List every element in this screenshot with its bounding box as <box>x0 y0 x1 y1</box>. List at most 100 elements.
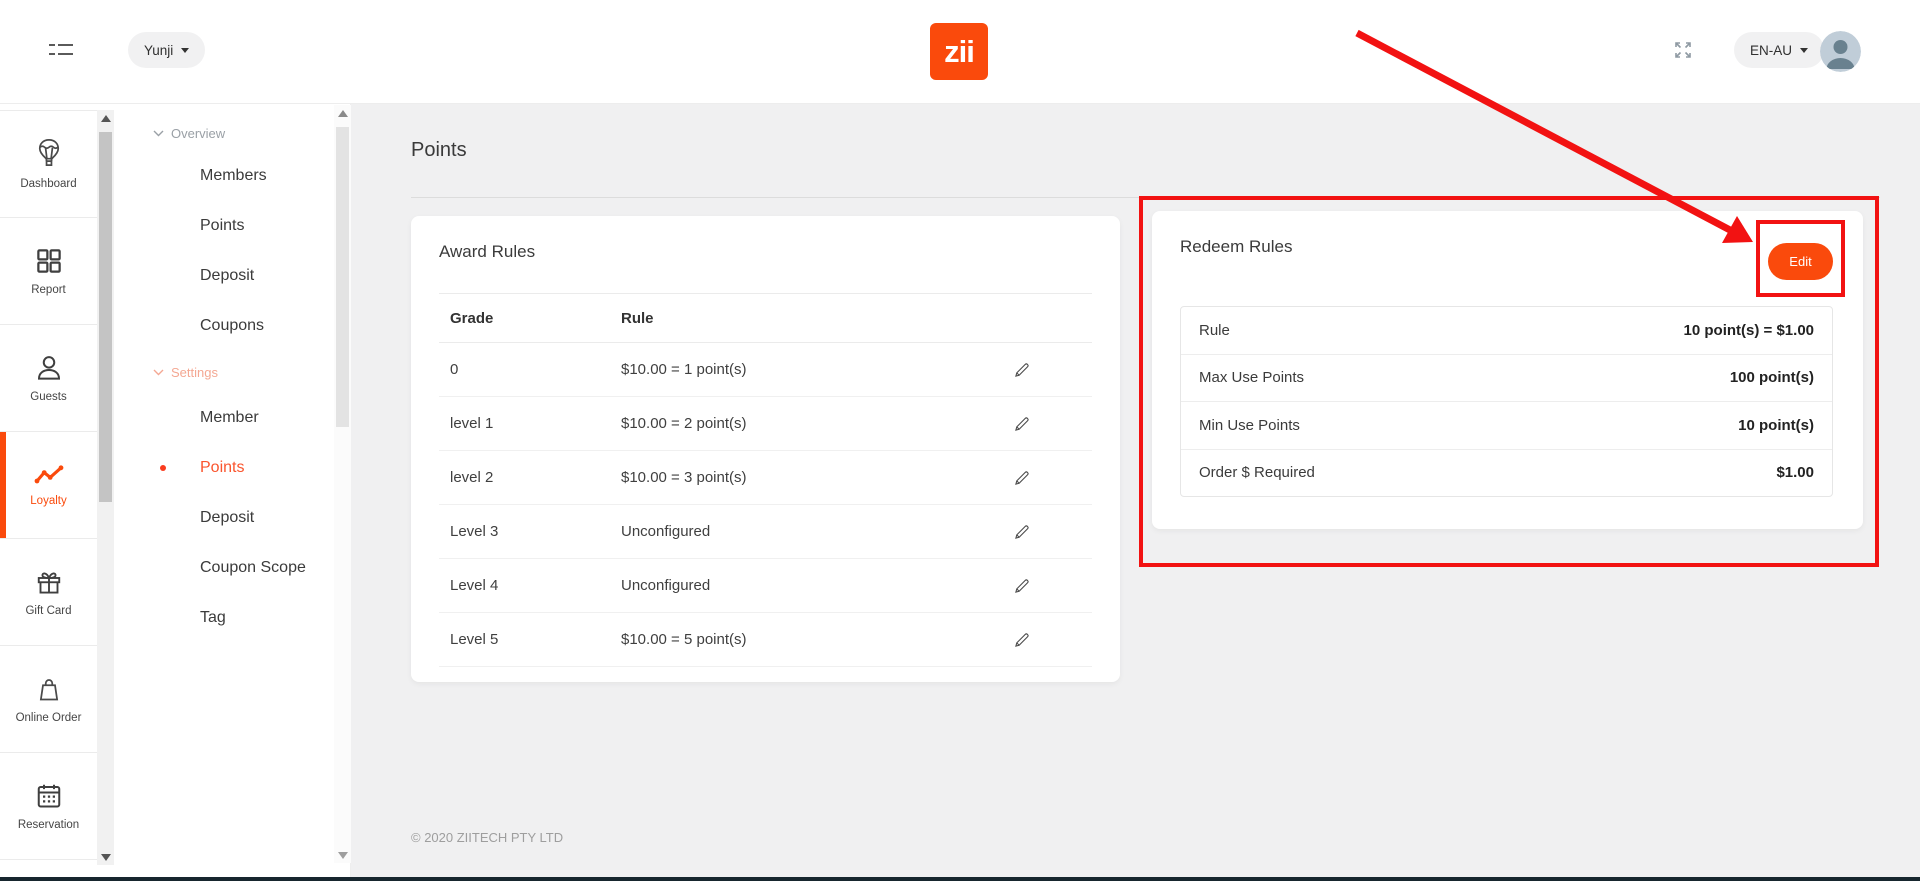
redeem-value: 10 point(s) = $1.00 <box>1683 321 1814 339</box>
rule-cell: $10.00 = 5 point(s) <box>621 631 747 648</box>
balloon-icon <box>34 138 64 170</box>
submenu-item-label: Coupons <box>200 317 265 334</box>
sidebar-item-label: Report <box>31 284 66 296</box>
sidebar-item-dashboard[interactable]: Dashboard <box>0 111 97 218</box>
redeem-label: Min Use Points <box>1199 416 1300 434</box>
table-row: level 1 $10.00 = 2 point(s) <box>439 397 1092 451</box>
grade-cell: 0 <box>450 361 459 378</box>
primary-sidebar: Dashboard Report Guests Loyalty Gift Car… <box>0 103 97 881</box>
submenu-scrollbar[interactable] <box>334 105 351 863</box>
secondary-sidebar: Overview Members Points Deposit Coupons … <box>114 103 351 881</box>
submenu-item-label: Deposit <box>200 509 255 526</box>
submenu-item-label: Tag <box>200 609 226 626</box>
caret-down-icon <box>1800 47 1809 53</box>
rule-cell: Unconfigured <box>621 523 711 540</box>
edit-rule-button[interactable] <box>1009 465 1035 491</box>
sidebar-item-guests[interactable]: Guests <box>0 325 97 432</box>
submenu-item-deposit-settings[interactable]: Deposit <box>114 493 350 543</box>
divider <box>411 197 1880 198</box>
submenu-item-tag[interactable]: Tag <box>114 593 350 643</box>
scrollbar-thumb[interactable] <box>99 132 112 502</box>
rule-cell: $10.00 = 1 point(s) <box>621 361 747 378</box>
user-avatar[interactable] <box>1820 31 1861 72</box>
window-bottom-edge <box>0 877 1920 881</box>
table-row: Level 3 Unconfigured <box>439 505 1092 559</box>
scroll-up-arrow[interactable] <box>334 105 351 121</box>
submenu-item-member[interactable]: Member <box>114 393 350 443</box>
submenu-item-label: Member <box>200 409 259 426</box>
sidebar-item-label: Online Order <box>15 712 82 724</box>
chevron-down-icon <box>153 369 164 375</box>
table-row: level 2 $10.00 = 3 point(s) <box>439 451 1092 505</box>
edit-rule-button[interactable] <box>1009 357 1035 383</box>
submenu-item-label: Coupon Scope <box>200 559 306 576</box>
submenu-item-points-overview[interactable]: Points <box>114 201 350 251</box>
scrollbar-thumb[interactable] <box>336 127 349 427</box>
table-row: 0 $10.00 = 1 point(s) <box>439 343 1092 397</box>
page-title: Points <box>411 139 467 161</box>
redeem-value: 100 point(s) <box>1729 369 1814 387</box>
main-content: Points Award Rules Grade Rule 0 $10.00 =… <box>351 103 1920 881</box>
grade-cell: level 2 <box>450 469 494 486</box>
sidebar-scrollbar[interactable] <box>97 110 114 865</box>
redeem-label: Order $ Required <box>1199 464 1315 482</box>
rule-cell: $10.00 = 2 point(s) <box>621 415 747 432</box>
submenu-item-label: Deposit <box>200 267 255 284</box>
chevron-down-icon <box>153 130 164 136</box>
edit-rule-button[interactable] <box>1009 519 1035 545</box>
top-header: Yunji zii EN-AU <box>0 0 1920 104</box>
column-header-rule: Rule <box>621 309 654 327</box>
sidebar-item-online-order[interactable]: Online Order <box>0 646 97 753</box>
sidebar-item-gift-card[interactable]: Gift Card <box>0 539 97 646</box>
language-dropdown[interactable]: EN-AU <box>1734 32 1825 68</box>
table-row: Level 4 Unconfigured <box>439 559 1092 613</box>
column-header-grade: Grade <box>450 309 494 327</box>
redeem-row: Order $ Required $1.00 <box>1181 450 1832 497</box>
shopping-bag-icon <box>34 674 64 704</box>
collapse-menu-icon[interactable] <box>48 40 74 60</box>
sidebar-item-report[interactable]: Report <box>0 218 97 325</box>
submenu-item-members[interactable]: Members <box>114 151 350 201</box>
redeem-row: Rule 10 point(s) = $1.00 <box>1181 307 1832 355</box>
sidebar-item-reservation[interactable]: Reservation <box>0 753 97 860</box>
zii-logo: zii <box>930 23 988 80</box>
person-icon <box>34 353 64 383</box>
redeem-value: $1.00 <box>1776 464 1814 482</box>
scroll-down-arrow[interactable] <box>97 849 114 865</box>
edit-rule-button[interactable] <box>1009 627 1035 653</box>
rule-cell: Unconfigured <box>621 577 711 594</box>
redeem-row: Min Use Points 10 point(s) <box>1181 402 1832 450</box>
workspace-dropdown[interactable]: Yunji <box>128 32 206 68</box>
gift-icon <box>34 567 64 597</box>
line-chart-icon <box>33 463 65 487</box>
sidebar-item-label: Gift Card <box>25 605 72 617</box>
section-label: Settings <box>171 364 218 380</box>
redeem-row: Max Use Points 100 point(s) <box>1181 355 1832 402</box>
submenu-item-deposit-overview[interactable]: Deposit <box>114 251 350 301</box>
submenu-item-coupon-scope[interactable]: Coupon Scope <box>114 543 350 593</box>
fullscreen-icon[interactable] <box>1672 39 1694 61</box>
sidebar-item-loyalty[interactable]: Loyalty <box>0 432 97 539</box>
award-rules-card: Award Rules Grade Rule 0 $10.00 = 1 poin… <box>411 216 1120 682</box>
edit-rule-button[interactable] <box>1009 411 1035 437</box>
submenu-item-label: Points <box>200 217 245 234</box>
edit-redeem-rules-button[interactable]: Edit <box>1768 243 1833 280</box>
copyright-text: © 2020 ZIITECH PTY LTD <box>411 830 564 845</box>
edit-rule-button[interactable] <box>1009 573 1035 599</box>
redeem-value: 10 point(s) <box>1738 416 1814 434</box>
submenu-section-overview[interactable]: Overview <box>114 115 350 151</box>
grade-cell: Level 3 <box>450 523 499 540</box>
scroll-up-arrow[interactable] <box>97 110 114 126</box>
submenu-item-coupons[interactable]: Coupons <box>114 301 350 351</box>
submenu-item-points-settings[interactable]: Points <box>114 443 350 493</box>
logo-text: zii <box>944 33 975 69</box>
language-label: EN-AU <box>1750 42 1793 58</box>
sidebar-item-label: Dashboard <box>20 178 77 190</box>
scroll-down-arrow[interactable] <box>334 847 351 863</box>
grid-icon <box>34 246 64 276</box>
submenu-section-settings[interactable]: Settings <box>114 351 350 393</box>
sidebar-item-label: Guests <box>30 391 67 403</box>
sidebar-item-label: Reservation <box>17 819 80 831</box>
grade-cell: Level 4 <box>450 577 499 594</box>
award-rules-table: Grade Rule 0 $10.00 = 1 point(s) level 1… <box>439 294 1092 667</box>
